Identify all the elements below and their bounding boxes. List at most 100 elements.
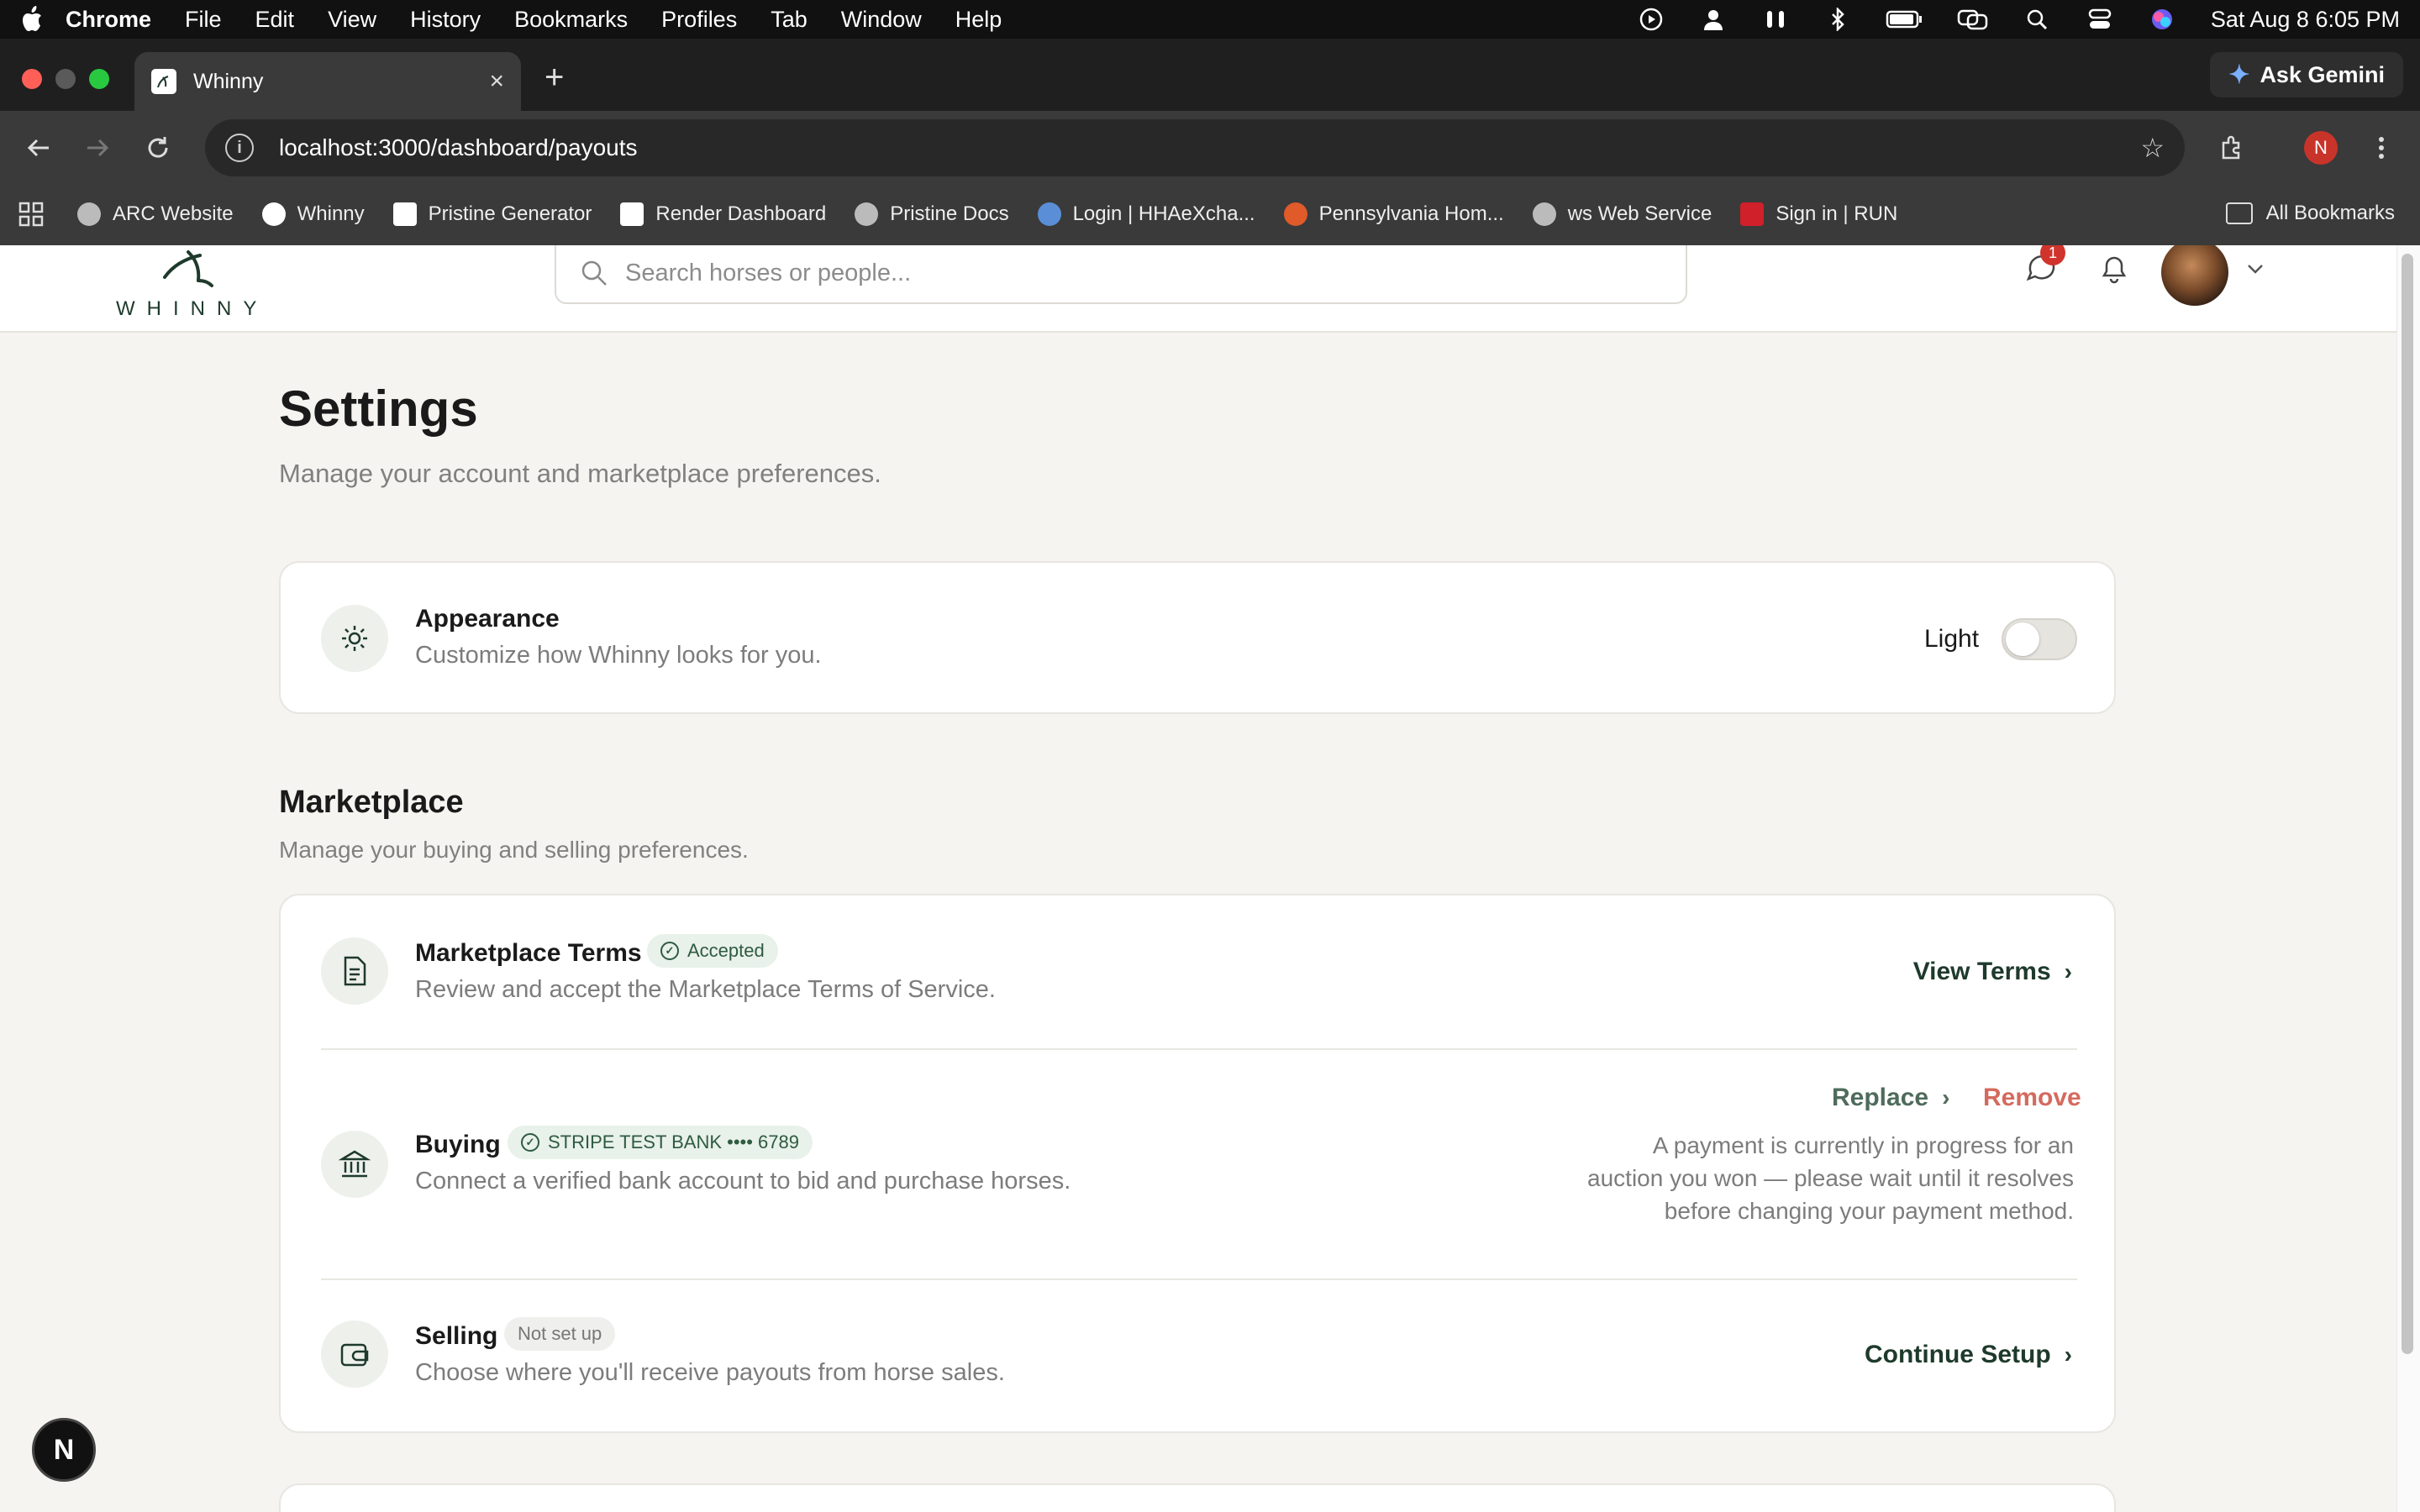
browser-tab-strip: Whinny × + ✦ Ask Gemini — [0, 39, 2420, 111]
battery-icon[interactable] — [1885, 8, 1923, 31]
buying-icon-circle — [321, 1131, 388, 1198]
search-placeholder: Search horses or people... — [625, 259, 912, 286]
apple-logo-icon[interactable] — [20, 5, 45, 34]
remove-bank-button[interactable]: Remove — [1983, 1084, 2081, 1112]
bookmark-hhaexchange[interactable]: Login | HHAeXcha... — [1037, 202, 1255, 226]
notice-line: auction you won — please wait until it r… — [1587, 1165, 2074, 1191]
menu-clock[interactable]: Sat Aug 8 6:05 PM — [2211, 7, 2400, 33]
app-header: WHINNY Search horses or people... 1 — [0, 245, 2396, 333]
screen-mirroring-icon[interactable] — [1955, 8, 1991, 31]
whinny-horse-logo-icon[interactable] — [160, 245, 227, 291]
bookmark-ws-web-service[interactable]: ws Web Service — [1532, 202, 1712, 226]
continue-setup-label: Continue Setup — [1865, 1341, 2051, 1368]
folder-icon — [2225, 202, 2253, 224]
window-minimize-button[interactable] — [55, 69, 76, 89]
menu-app-name[interactable]: Chrome — [66, 7, 151, 33]
spotlight-search-icon[interactable] — [2023, 8, 2053, 31]
search-input[interactable]: Search horses or people... — [555, 245, 1687, 304]
apps-grid-icon[interactable] — [18, 202, 44, 227]
menu-profiles[interactable]: Profiles — [661, 7, 737, 33]
window-close-button[interactable] — [22, 69, 42, 89]
play-circle-icon[interactable] — [1636, 8, 1666, 31]
selling-description: Choose where you'll receive payouts from… — [415, 1359, 1005, 1386]
browser-menu-kebab-icon[interactable] — [2368, 134, 2395, 161]
ask-gemini-label: Ask Gemini — [2260, 61, 2385, 87]
bookmark-sign-in-run[interactable]: Sign in | RUN — [1740, 202, 1897, 226]
forward-arrow-icon[interactable] — [84, 134, 111, 161]
menu-window[interactable]: Window — [841, 7, 922, 33]
siri-icon[interactable] — [2147, 8, 2177, 31]
reload-icon[interactable] — [145, 134, 171, 161]
bookmark-pristine-docs[interactable]: Pristine Docs — [855, 202, 1009, 226]
airpods-icon[interactable] — [1760, 8, 1791, 31]
marketplace-section-subtitle: Manage your buying and selling preferenc… — [279, 837, 749, 863]
replace-bank-button[interactable]: Replace › — [1832, 1084, 1949, 1112]
bank-account-badge: ✓ STRIPE TEST BANK •••• 6789 — [508, 1126, 813, 1159]
row-divider — [321, 1048, 2077, 1050]
menu-view[interactable]: View — [328, 7, 376, 33]
back-arrow-icon[interactable] — [25, 134, 52, 161]
browser-profile-avatar[interactable]: N — [2304, 131, 2338, 165]
selling-title: Selling — [415, 1322, 498, 1350]
buying-title: Buying — [415, 1131, 501, 1158]
continue-setup-button[interactable]: Continue Setup › — [1865, 1341, 2072, 1369]
replace-label: Replace — [1832, 1084, 1929, 1111]
menu-bookmarks[interactable]: Bookmarks — [514, 7, 628, 33]
page-viewport: WHINNY Search horses or people... 1 Sett… — [0, 245, 2420, 1512]
chevron-right-icon: › — [2064, 1341, 2072, 1368]
tab-close-icon[interactable]: × — [489, 67, 504, 96]
bookmark-render-dashboard[interactable]: Render Dashboard — [620, 202, 826, 226]
theme-toggle-switch[interactable] — [2002, 618, 2077, 660]
bookmark-arc-website[interactable]: ARC Website — [77, 202, 234, 226]
page-title: Settings — [279, 381, 478, 437]
view-terms-button[interactable]: View Terms › — [1913, 958, 2072, 986]
bookmark-label: Whinny — [297, 202, 365, 225]
menu-help[interactable]: Help — [955, 7, 1002, 33]
chevron-down-icon[interactable] — [2244, 260, 2267, 277]
menu-edit[interactable]: Edit — [255, 7, 295, 33]
control-center-icon[interactable] — [2085, 8, 2115, 31]
all-bookmarks-label: All Bookmarks — [2265, 202, 2395, 224]
menu-file[interactable]: File — [185, 7, 222, 33]
bank-account-label: STRIPE TEST BANK •••• 6789 — [548, 1131, 799, 1152]
appearance-card: Appearance Customize how Whinny looks fo… — [279, 561, 2116, 714]
payment-in-progress-notice: A payment is currently in progress for a… — [1587, 1129, 2074, 1227]
new-tab-icon[interactable]: + — [544, 59, 564, 97]
bookmark-star-icon[interactable]: ☆ — [2140, 132, 2165, 164]
bluetooth-icon[interactable] — [1823, 8, 1853, 31]
whinny-favicon-icon — [151, 69, 176, 94]
check-circle-icon: ✓ — [521, 1133, 539, 1152]
ask-gemini-button[interactable]: ✦ Ask Gemini — [2210, 52, 2403, 97]
address-bar[interactable]: i localhost:3000/dashboard/payouts ☆ — [205, 119, 2185, 176]
notification-bell-icon[interactable] — [2096, 250, 2133, 287]
view-terms-label: View Terms — [1912, 958, 2051, 985]
appearance-icon-circle — [321, 605, 388, 672]
user-avatar[interactable] — [2161, 245, 2228, 306]
bookmark-whinny[interactable]: Whinny — [261, 202, 365, 226]
nextjs-dev-tools-button[interactable]: N — [32, 1418, 96, 1482]
globe-icon — [855, 202, 879, 226]
bookmarks-bar: ARC Website Whinny Pristine Generator Re… — [0, 183, 2420, 245]
all-bookmarks-button[interactable]: All Bookmarks — [2225, 202, 2395, 225]
notice-line: A payment is currently in progress for a… — [1652, 1132, 2074, 1158]
menu-status-area: Sat Aug 8 6:05 PM — [1604, 7, 2400, 33]
menu-tab[interactable]: Tab — [771, 7, 808, 33]
row-divider — [321, 1278, 2077, 1280]
browser-tab-active[interactable]: Whinny × — [134, 52, 521, 111]
bookmark-label: ws Web Service — [1567, 202, 1712, 225]
site-info-icon[interactable]: i — [225, 134, 254, 162]
render-icon — [620, 202, 644, 226]
window-zoom-button[interactable] — [89, 69, 109, 89]
document-icon — [344, 956, 366, 986]
bookmark-pristine-generator[interactable]: Pristine Generator — [392, 202, 592, 226]
address-bar-url[interactable]: localhost:3000/dashboard/payouts — [279, 134, 2140, 161]
extensions-puzzle-icon[interactable] — [2218, 134, 2245, 161]
scrollbar-thumb[interactable] — [2402, 254, 2413, 1354]
user-icon[interactable] — [1698, 8, 1728, 31]
bookmark-pennsylvania[interactable]: Pennsylvania Hom... — [1283, 202, 1504, 226]
bank-icon — [339, 1150, 371, 1178]
next-settings-card — [279, 1483, 2116, 1512]
menu-history[interactable]: History — [410, 7, 481, 33]
whinny-logo-text[interactable]: WHINNY — [116, 297, 268, 321]
terms-accepted-badge: ✓ Accepted — [647, 934, 778, 968]
